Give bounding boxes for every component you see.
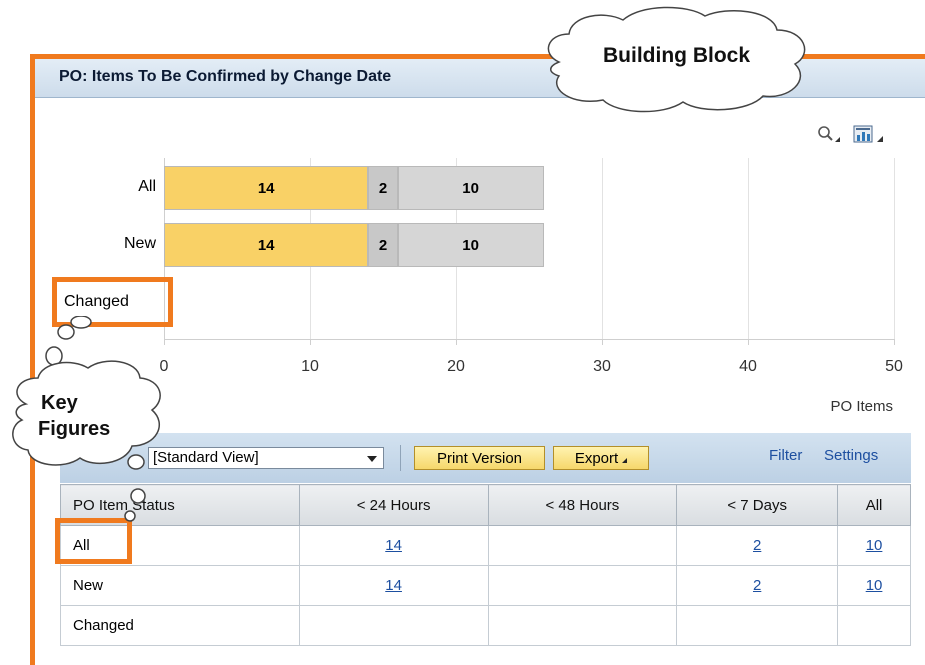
toolbar-separator — [400, 445, 401, 471]
table-cell[interactable]: 14 — [298, 525, 489, 566]
column-header[interactable]: All — [837, 484, 911, 526]
table-toolbar: [Standard View] Print Version Export Fil… — [60, 433, 911, 483]
chart-tick-mark — [894, 339, 895, 345]
print-version-label: Print Version — [436, 449, 523, 467]
building-block-callout-text: Building Block — [603, 44, 750, 67]
export-button[interactable]: Export — [553, 446, 649, 470]
cell-link[interactable]: 14 — [385, 577, 402, 594]
chart-tick-mark — [602, 339, 603, 345]
chart-gridline — [748, 158, 749, 340]
key-figures-callout-line1: Key — [41, 392, 78, 414]
chart-bar[interactable]: 10 — [397, 223, 544, 267]
table-cell[interactable]: 14 — [298, 565, 489, 606]
chart-bar[interactable]: 14 — [164, 223, 369, 267]
table-cell — [487, 565, 678, 606]
column-header[interactable]: < 7 Days — [676, 484, 839, 526]
table-cell — [837, 605, 911, 646]
data-table: PO Item Status < 24 Hours < 48 Hours < 7… — [60, 484, 911, 646]
cell-link[interactable]: 14 — [385, 537, 402, 554]
cell-link[interactable]: 10 — [866, 537, 883, 554]
chevron-down-icon — [367, 456, 377, 462]
table-cell[interactable]: 10 — [837, 565, 911, 606]
column-header[interactable]: < 48 Hours — [487, 484, 678, 526]
caret-icon — [622, 457, 628, 463]
export-label: Export — [574, 449, 619, 467]
table-row: All 14 2 10 — [60, 525, 911, 566]
filter-link[interactable]: Filter — [769, 447, 802, 464]
table-header-row: PO Item Status < 24 Hours < 48 Hours < 7… — [60, 484, 911, 526]
x-tick-label: 40 — [739, 358, 757, 375]
cell-link[interactable]: 10 — [866, 577, 883, 594]
cell-link[interactable]: 2 — [753, 537, 761, 554]
table-cell[interactable]: 2 — [676, 525, 839, 566]
row-label: Changed — [60, 605, 300, 646]
chart-type-icon[interactable] — [853, 125, 883, 143]
table-cell — [487, 525, 678, 566]
chart-bar[interactable]: 2 — [368, 223, 398, 267]
x-tick-label: 10 — [301, 358, 319, 375]
panel-title: PO: Items To Be Confirmed by Change Date — [59, 68, 392, 85]
row-label: New — [60, 565, 300, 606]
x-tick-label: 50 — [885, 358, 903, 375]
chart-tick-mark — [748, 339, 749, 345]
key-figures-callout-line2: Figures — [38, 418, 111, 440]
table-row: Changed — [60, 605, 911, 646]
print-version-button[interactable]: Print Version — [414, 446, 545, 470]
table-cell — [676, 605, 839, 646]
zoom-icon[interactable] — [818, 126, 840, 142]
table-row: New 14 2 10 — [60, 565, 911, 606]
x-tick-label: 20 — [447, 358, 465, 375]
table-cell — [298, 605, 489, 646]
chart-x-axis — [164, 339, 894, 340]
category-label: All — [138, 178, 156, 195]
chart-gridline — [894, 158, 895, 340]
column-header[interactable]: < 24 Hours — [298, 484, 489, 526]
cell-link[interactable]: 2 — [753, 577, 761, 594]
settings-link[interactable]: Settings — [824, 447, 878, 464]
table-cell — [487, 605, 678, 646]
chart-bar[interactable]: 14 — [164, 166, 369, 210]
chart-tick-mark — [456, 339, 457, 345]
chart-gridline — [602, 158, 603, 340]
view-select[interactable]: [Standard View] — [148, 447, 384, 469]
table-cell[interactable]: 2 — [676, 565, 839, 606]
category-label: New — [123, 235, 156, 252]
table-cell[interactable]: 10 — [837, 525, 911, 566]
chart-bar[interactable]: 2 — [368, 166, 398, 210]
chart-bar[interactable]: 10 — [397, 166, 544, 210]
chart-tick-mark — [310, 339, 311, 345]
x-tick-label: 30 — [593, 358, 611, 375]
x-axis-title: PO Items — [830, 398, 893, 415]
chart-toolbar — [818, 125, 883, 143]
